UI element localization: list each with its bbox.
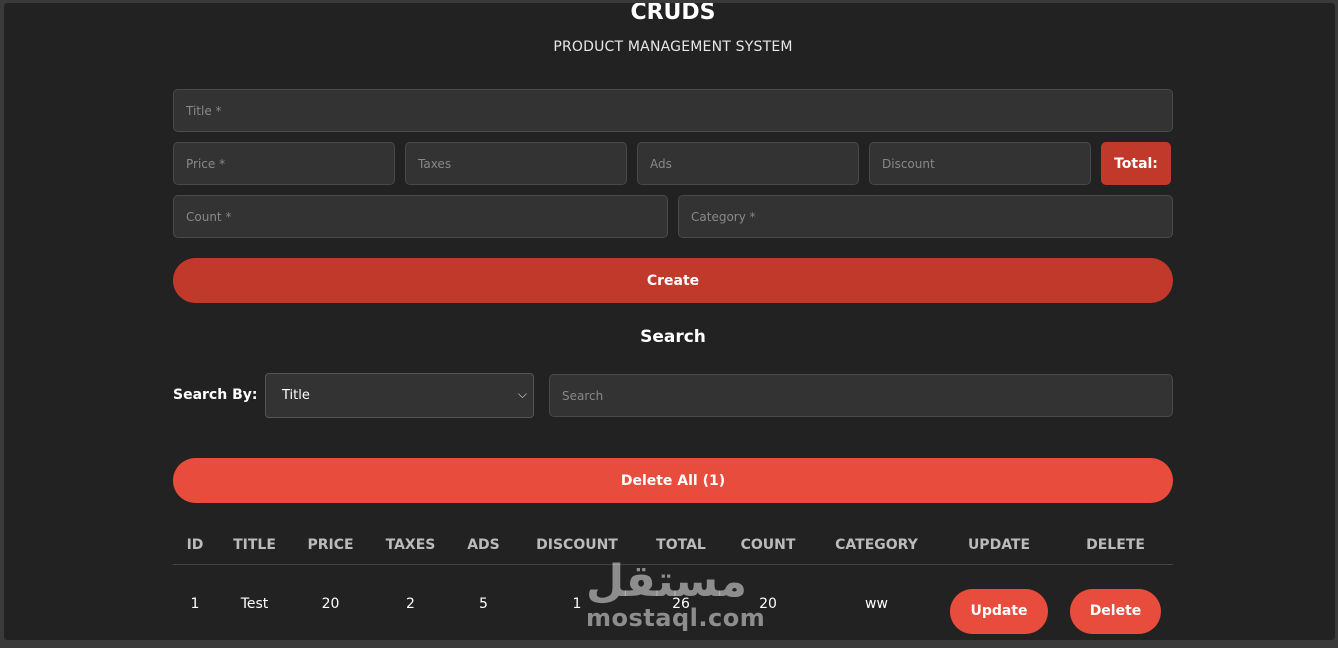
table-row: 1 Test 20 2 5 1 26 20 ww Update Delete [173,564,1173,640]
delete-all-button[interactable]: Delete All (1) [173,458,1173,503]
header-id: ID [173,526,217,565]
cell-update: Update [940,564,1058,640]
search-input[interactable]: Search [549,374,1173,417]
cell-taxes: 2 [406,596,415,613]
price-input[interactable]: Price * [173,142,395,185]
chevron-down-icon: ⌵ [517,387,527,401]
title-row: Title * [173,89,1173,132]
count-input[interactable]: Count * [173,195,668,238]
cell-id: 1 [190,596,200,613]
cell-total: 26 [672,596,690,613]
header-total: TOTAL [639,526,723,565]
search-by-select[interactable]: Title ⌵ [265,373,534,418]
cell-category: ww [865,596,888,613]
header-count: COUNT [723,526,813,565]
cell-delete: Delete [1058,564,1173,640]
update-button[interactable]: Update [950,588,1048,634]
main-container: CRUDS PRODUCT MANAGEMENT SYSTEM Title * … [173,3,1173,634]
count-category-row: Count * Category * [173,195,1173,238]
ads-input[interactable]: Ads [637,142,859,185]
header-ads: ADS [452,526,515,565]
total-badge: Total: [1101,142,1171,185]
price-row: Price * Taxes Ads Discount Total: [173,142,1173,185]
header-category: CATEGORY [813,526,940,565]
header-discount: DISCOUNT [515,526,639,565]
discount-input[interactable]: Discount [869,142,1091,185]
search-row: Search By: Title ⌵ Search [173,373,1173,418]
header-price: PRICE [292,526,369,565]
products-table: ID TITLE PRICE TAXES ADS DISCOUNT TOTAL … [173,526,1173,640]
header-title: TITLE [217,526,292,565]
header-taxes: TAXES [369,526,452,565]
search-by-label: Search By: [173,387,258,403]
search-by-selected: Title [282,388,310,403]
cell-price: 20 [321,596,340,613]
category-input[interactable]: Category * [678,195,1173,238]
header-delete: DELETE [1058,526,1173,565]
header-update: UPDATE [940,526,1058,565]
app-window: CRUDS PRODUCT MANAGEMENT SYSTEM Title * … [4,3,1335,640]
cell-count: 20 [759,596,777,613]
taxes-input[interactable]: Taxes [405,142,627,185]
page-title: CRUDS [630,3,716,25]
cell-ads: 5 [479,596,488,613]
cell-title: Test [240,596,269,613]
search-heading: Search [640,327,706,347]
table-header-row: ID TITLE PRICE TAXES ADS DISCOUNT TOTAL … [173,526,1173,565]
delete-button[interactable]: Delete [1069,588,1162,634]
page-subtitle: PRODUCT MANAGEMENT SYSTEM [553,39,793,55]
title-input[interactable]: Title * [173,89,1173,132]
cell-discount: 1 [572,596,582,613]
create-button[interactable]: Create [173,258,1173,303]
